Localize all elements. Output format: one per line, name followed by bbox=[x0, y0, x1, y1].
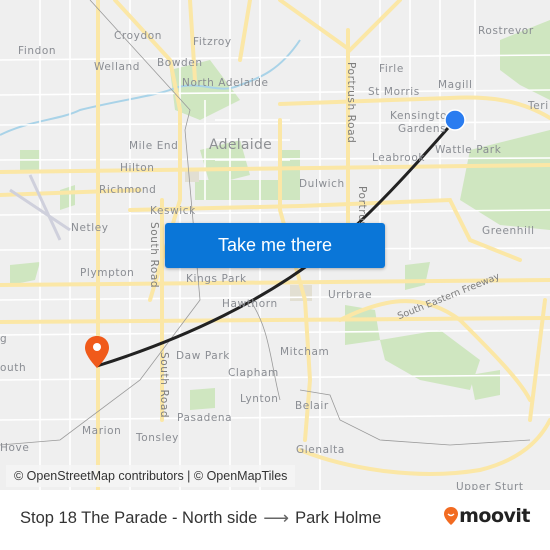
map-attribution: © OpenStreetMap contributors | © OpenMap… bbox=[6, 465, 296, 487]
footer: Stop 18 The Parade - North side ⟶ Park H… bbox=[0, 490, 550, 550]
place-label-hawthorn: Hawthorn bbox=[222, 298, 278, 310]
moovit-pin-icon bbox=[444, 507, 459, 525]
place-label-plympton: Plympton bbox=[80, 267, 135, 279]
place-label-magill: Magill bbox=[438, 79, 473, 91]
place-label-richmond: Richmond bbox=[99, 184, 157, 196]
place-label-croydon: Croydon bbox=[114, 30, 162, 42]
place-label-urrbrae: Urrbrae bbox=[328, 289, 373, 301]
place-label-upper-sturt: Upper Sturt bbox=[456, 481, 524, 490]
place-label-belair: Belair bbox=[295, 400, 329, 412]
place-label-tonsley: Tonsley bbox=[136, 432, 179, 444]
place-label-g-partial: g bbox=[0, 333, 8, 345]
place-label-rostrevor: Rostrevor bbox=[478, 25, 534, 37]
road-label-south-road: South Road bbox=[148, 222, 160, 289]
place-label-pasadena: Pasadena bbox=[177, 412, 233, 424]
place-label-keswick: Keswick bbox=[150, 205, 196, 217]
place-label-daw-park: Daw Park bbox=[176, 350, 230, 362]
place-label-adelaide: Adelaide bbox=[209, 137, 273, 153]
place-label-welland: Welland bbox=[94, 61, 141, 73]
place-label-bowden: Bowden bbox=[157, 57, 203, 69]
place-label-firle: Firle bbox=[379, 63, 404, 75]
place-label-st-morris: St Morris bbox=[368, 86, 420, 98]
origin-name: Stop 18 The Parade - North side bbox=[20, 509, 258, 527]
origin-marker[interactable] bbox=[444, 109, 466, 131]
place-label-kings-park: Kings Park bbox=[186, 273, 247, 285]
take-me-there-button[interactable]: Take me there bbox=[165, 223, 385, 268]
road-label-portrush-road: Portrush Road bbox=[345, 62, 357, 144]
place-label-lynton: Lynton bbox=[240, 393, 279, 405]
destination-name: Park Holme bbox=[295, 509, 382, 527]
place-label-dulwich: Dulwich bbox=[299, 178, 345, 190]
place-label-fitzroy: Fitzroy bbox=[193, 36, 232, 48]
place-label-mile-end: Mile End bbox=[129, 140, 179, 152]
place-label-glenalta: Glenalta bbox=[296, 444, 345, 456]
place-label-netley: Netley bbox=[71, 222, 109, 234]
place-label-clapham: Clapham bbox=[228, 367, 279, 379]
place-label-mitcham: Mitcham bbox=[280, 346, 330, 358]
moovit-logo[interactable]: moovit bbox=[443, 505, 530, 527]
map[interactable]: Findon Croydon Fitzroy Welland Bowden No… bbox=[0, 0, 550, 490]
destination-pin-icon[interactable] bbox=[84, 335, 110, 369]
road-label-portrush-road-2: Portrus bbox=[356, 186, 368, 228]
place-label-findon: Findon bbox=[18, 45, 57, 57]
place-label-marion: Marion bbox=[82, 425, 122, 437]
place-label-hove: Hove bbox=[0, 442, 30, 454]
road-label-south-road-2: South Road bbox=[158, 352, 170, 419]
place-label-kensington-gardens: Kensingto bbox=[390, 110, 448, 122]
place-label-hilton: Hilton bbox=[120, 162, 155, 174]
place-label-greenhill: Greenhill bbox=[482, 225, 535, 237]
arrow-right-icon: ⟶ bbox=[263, 508, 290, 528]
place-label-south-partial: outh bbox=[0, 362, 27, 374]
moovit-wordmark: moovit bbox=[459, 505, 530, 527]
place-label-kensington-gardens-2: Gardens bbox=[398, 123, 447, 135]
place-label-wattle-park: Wattle Park bbox=[435, 144, 502, 156]
place-label-teringie: Teri bbox=[528, 100, 549, 112]
route-summary: Stop 18 The Parade - North side ⟶ Park H… bbox=[20, 508, 381, 529]
place-label-leabrook: Leabrook bbox=[372, 152, 426, 164]
place-label-north-adelaide: North Adelaide bbox=[182, 77, 269, 89]
